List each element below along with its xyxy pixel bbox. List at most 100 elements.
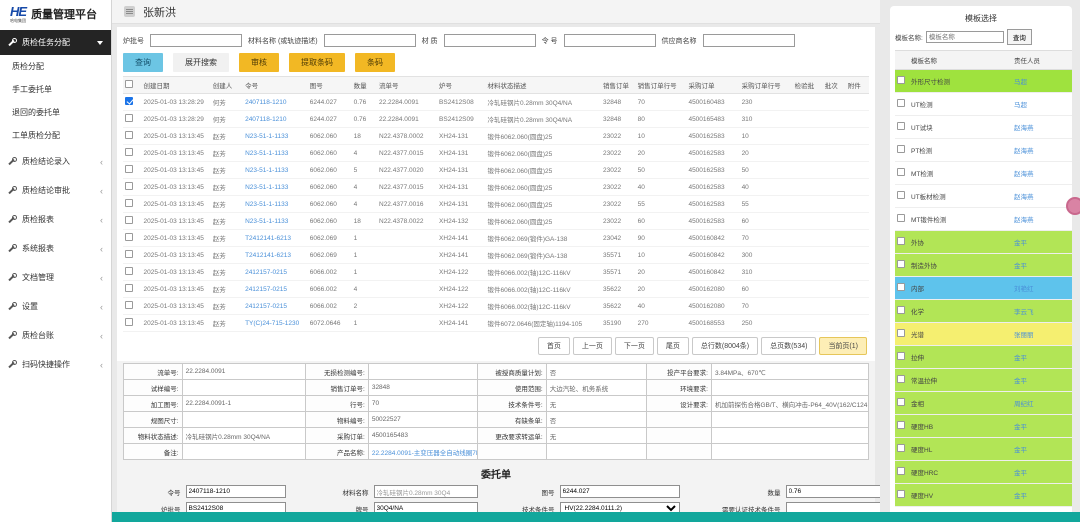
template-person[interactable]: 赵海燕 — [1012, 139, 1072, 162]
toolbar-button[interactable]: 展开搜索 — [173, 53, 229, 72]
template-checkbox[interactable] — [897, 191, 905, 199]
template-checkbox[interactable] — [897, 352, 905, 360]
order-link[interactable]: N23-51-1-1133 — [245, 133, 288, 140]
sidebar-group[interactable]: 文档管理‹ — [0, 263, 111, 292]
row-checkbox[interactable] — [125, 114, 133, 122]
template-person[interactable]: 周纪红 — [1012, 392, 1072, 415]
sidebar-group[interactable]: 质检报表‹ — [0, 205, 111, 234]
row-checkbox[interactable] — [125, 148, 133, 156]
template-checkbox[interactable] — [897, 260, 905, 268]
template-person[interactable]: 马超 — [1012, 93, 1072, 116]
template-row[interactable]: 常温拉伸金平 — [895, 369, 1072, 392]
order-link[interactable]: T2412141-6213 — [245, 235, 291, 242]
template-person[interactable]: 赵海燕 — [1012, 185, 1072, 208]
template-person[interactable]: 金平 — [1012, 461, 1072, 484]
table-row[interactable]: 2025-01-03 13:13:45赵芳N23-51-1-11336062.0… — [123, 196, 869, 213]
template-search-button[interactable]: 查询 — [1007, 29, 1032, 45]
row-checkbox[interactable] — [125, 233, 133, 241]
row-checkbox[interactable] — [125, 250, 133, 258]
table-row[interactable]: 2025-01-03 13:28:29何芳2407118-12106244.02… — [123, 111, 869, 128]
table-row[interactable]: 2025-01-03 13:13:45赵芳N23-51-1-11336062.0… — [123, 145, 869, 162]
template-row[interactable]: 拉伸金平 — [895, 346, 1072, 369]
template-checkbox[interactable] — [897, 145, 905, 153]
table-row[interactable]: 2025-01-03 13:13:45赵芳2412157-02156066.00… — [123, 281, 869, 298]
toolbar-button[interactable]: 提取条码 — [289, 53, 345, 72]
template-checkbox[interactable] — [897, 306, 905, 314]
sidebar-group[interactable]: 质检结论审批‹ — [0, 176, 111, 205]
template-person[interactable]: 金平 — [1012, 438, 1072, 461]
template-person[interactable]: 金平 — [1012, 484, 1072, 507]
form-field-input[interactable] — [374, 485, 478, 498]
pagination-button[interactable]: 首页 — [538, 337, 570, 355]
template-row[interactable]: MT锻件检测赵海燕 — [895, 208, 1072, 231]
template-row[interactable]: 光谱张丽丽 — [895, 323, 1072, 346]
table-row[interactable]: 2025-01-03 13:13:45赵芳T2412141-62136062.0… — [123, 230, 869, 247]
order-link[interactable]: T2412141-6213 — [245, 252, 291, 259]
row-checkbox[interactable] — [125, 182, 133, 190]
template-person[interactable]: 赵海燕 — [1012, 116, 1072, 139]
table-row[interactable]: 2025-01-03 13:13:45赵芳2412157-02156066.00… — [123, 298, 869, 315]
table-row[interactable]: 2025-01-03 13:28:29何芳2407118-12106244.02… — [123, 94, 869, 111]
template-checkbox[interactable] — [897, 99, 905, 107]
template-row[interactable]: 外形尺寸检测马超 — [895, 70, 1072, 93]
template-person[interactable]: 赵海燕 — [1012, 208, 1072, 231]
floating-badge[interactable] — [1066, 197, 1080, 215]
template-person[interactable]: 金平 — [1012, 369, 1072, 392]
row-checkbox[interactable] — [125, 131, 133, 139]
pagination-button[interactable]: 当前页(1) — [819, 337, 867, 355]
template-row[interactable]: 硬度HV金平 — [895, 484, 1072, 507]
template-search-input[interactable] — [926, 31, 1004, 43]
filter-input[interactable] — [703, 34, 795, 47]
sidebar-item[interactable]: 退回的委托单 — [0, 101, 111, 124]
template-person[interactable]: 金平 — [1012, 231, 1072, 254]
template-row[interactable]: UT试块赵海燕 — [895, 116, 1072, 139]
order-link[interactable]: 2412157-0215 — [245, 269, 287, 276]
template-checkbox[interactable] — [897, 375, 905, 383]
order-link[interactable]: 2412157-0215 — [245, 286, 287, 293]
row-checkbox[interactable] — [125, 165, 133, 173]
filter-input[interactable] — [564, 34, 656, 47]
template-checkbox[interactable] — [897, 76, 905, 84]
template-checkbox[interactable] — [897, 467, 905, 475]
template-checkbox[interactable] — [897, 168, 905, 176]
order-link[interactable]: N23-51-1-1133 — [245, 201, 288, 208]
form-field-input[interactable] — [560, 485, 680, 498]
template-checkbox[interactable] — [897, 490, 905, 498]
table-row[interactable]: 2025-01-03 13:13:45赵芳TY(C)24-715-1230607… — [123, 315, 869, 332]
sidebar-group[interactable]: 扫码快捷操作‹ — [0, 350, 111, 379]
template-row[interactable]: UT检测马超 — [895, 93, 1072, 116]
template-checkbox[interactable] — [897, 283, 905, 291]
sidebar-item[interactable]: 手工委托单 — [0, 78, 111, 101]
sidebar-group[interactable]: 设置‹ — [0, 292, 111, 321]
order-link[interactable]: N23-51-1-1133 — [245, 167, 288, 174]
template-row[interactable]: 化学李云飞 — [895, 300, 1072, 323]
row-checkbox[interactable] — [125, 301, 133, 309]
row-checkbox[interactable] — [125, 216, 133, 224]
table-row[interactable]: 2025-01-03 13:13:45赵芳N23-51-1-11336062.0… — [123, 128, 869, 145]
template-person[interactable]: 李云飞 — [1012, 300, 1072, 323]
sidebar-item[interactable]: 质检分配 — [0, 55, 111, 78]
filter-input[interactable] — [324, 34, 416, 47]
template-person[interactable]: 马超 — [1012, 70, 1072, 93]
pagination-button[interactable]: 尾页 — [657, 337, 689, 355]
order-link[interactable]: TY(C)24-715-1230 — [245, 320, 299, 327]
pagination-button[interactable]: 下一页 — [615, 337, 654, 355]
template-person[interactable]: 赵海燕 — [1012, 162, 1072, 185]
toolbar-button[interactable]: 审核 — [239, 53, 279, 72]
sidebar-group[interactable]: 质检台账‹ — [0, 321, 111, 350]
template-person[interactable]: 刘艳红 — [1012, 277, 1072, 300]
pagination-button[interactable]: 上一页 — [573, 337, 612, 355]
template-row[interactable]: UT板材检测赵海燕 — [895, 185, 1072, 208]
row-checkbox[interactable] — [125, 318, 133, 326]
template-row[interactable]: PT检测赵海燕 — [895, 139, 1072, 162]
table-row[interactable]: 2025-01-03 13:13:45赵芳N23-51-1-11336062.0… — [123, 213, 869, 230]
template-row[interactable]: 硬度HB金平 — [895, 415, 1072, 438]
form-field-input[interactable] — [186, 485, 286, 498]
template-checkbox[interactable] — [897, 214, 905, 222]
order-link[interactable]: N23-51-1-1133 — [245, 150, 288, 157]
template-checkbox[interactable] — [897, 444, 905, 452]
template-checkbox[interactable] — [897, 398, 905, 406]
order-link[interactable]: 2412157-0215 — [245, 303, 287, 310]
order-link[interactable]: N23-51-1-1133 — [245, 218, 288, 225]
toolbar-button[interactable]: 查询 — [123, 53, 163, 72]
